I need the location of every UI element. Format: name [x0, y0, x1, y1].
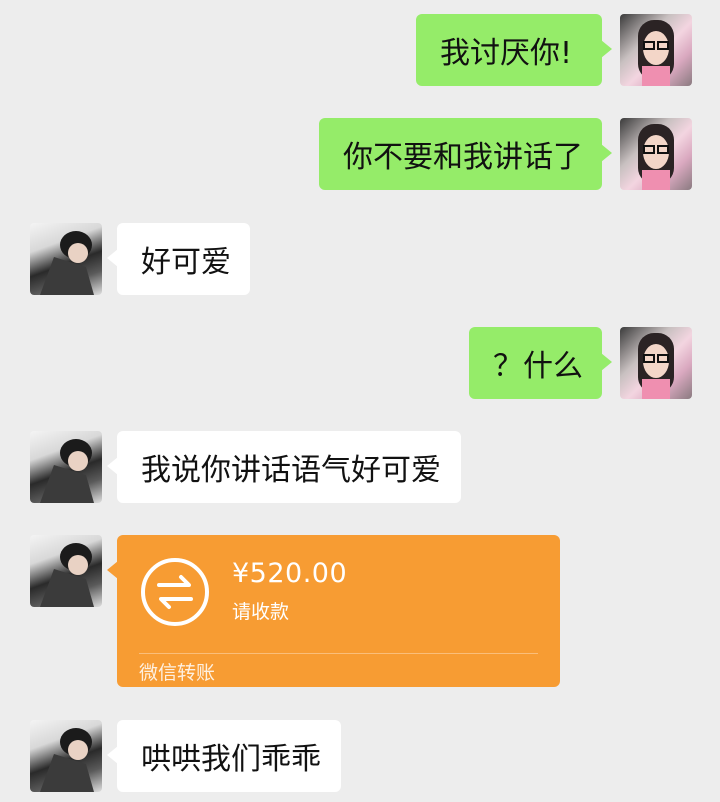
transfer-footer-label: 微信转账 — [139, 662, 216, 684]
boy-avatar-icon — [40, 543, 94, 607]
my-avatar[interactable] — [620, 118, 692, 190]
girl-avatar-icon — [638, 20, 674, 86]
transfer-divider — [139, 653, 538, 654]
message-text: 你不要和我讲话了 — [343, 140, 583, 175]
message-bubble-received[interactable]: 我说你讲话语气好可爱 — [107, 431, 461, 503]
contact-avatar[interactable] — [30, 535, 102, 607]
contact-avatar[interactable] — [30, 223, 102, 295]
message-text: 好可爱 — [141, 245, 231, 280]
boy-avatar-icon — [40, 728, 94, 792]
message-text: 我讨厌你! — [440, 36, 573, 71]
message-text: 哄哄我们乖乖 — [141, 742, 321, 777]
message-text: ？什么 — [493, 349, 583, 384]
my-avatar[interactable] — [620, 327, 692, 399]
message-bubble-sent[interactable]: 你不要和我讲话了 — [319, 118, 612, 190]
transfer-amount: ¥520.00 — [232, 558, 348, 589]
boy-avatar-icon — [40, 231, 94, 295]
message-bubble-sent[interactable]: 我讨厌你! — [416, 14, 612, 86]
transfer-arrows-icon — [141, 558, 209, 626]
message-bubble-sent[interactable]: ？什么 — [469, 327, 612, 399]
girl-avatar-icon — [638, 124, 674, 190]
transfer-status: 请收款 — [232, 601, 290, 623]
girl-avatar-icon — [638, 333, 674, 399]
boy-avatar-icon — [40, 439, 94, 503]
message-bubble-received[interactable]: 哄哄我们乖乖 — [107, 720, 341, 792]
contact-avatar[interactable] — [30, 720, 102, 792]
message-bubble-received[interactable]: 好可爱 — [107, 223, 250, 295]
my-avatar[interactable] — [620, 14, 692, 86]
wechat-transfer-card[interactable]: ¥520.00 请收款 微信转账 — [107, 535, 560, 687]
message-text: 我说你讲话语气好可爱 — [141, 453, 441, 488]
contact-avatar[interactable] — [30, 431, 102, 503]
